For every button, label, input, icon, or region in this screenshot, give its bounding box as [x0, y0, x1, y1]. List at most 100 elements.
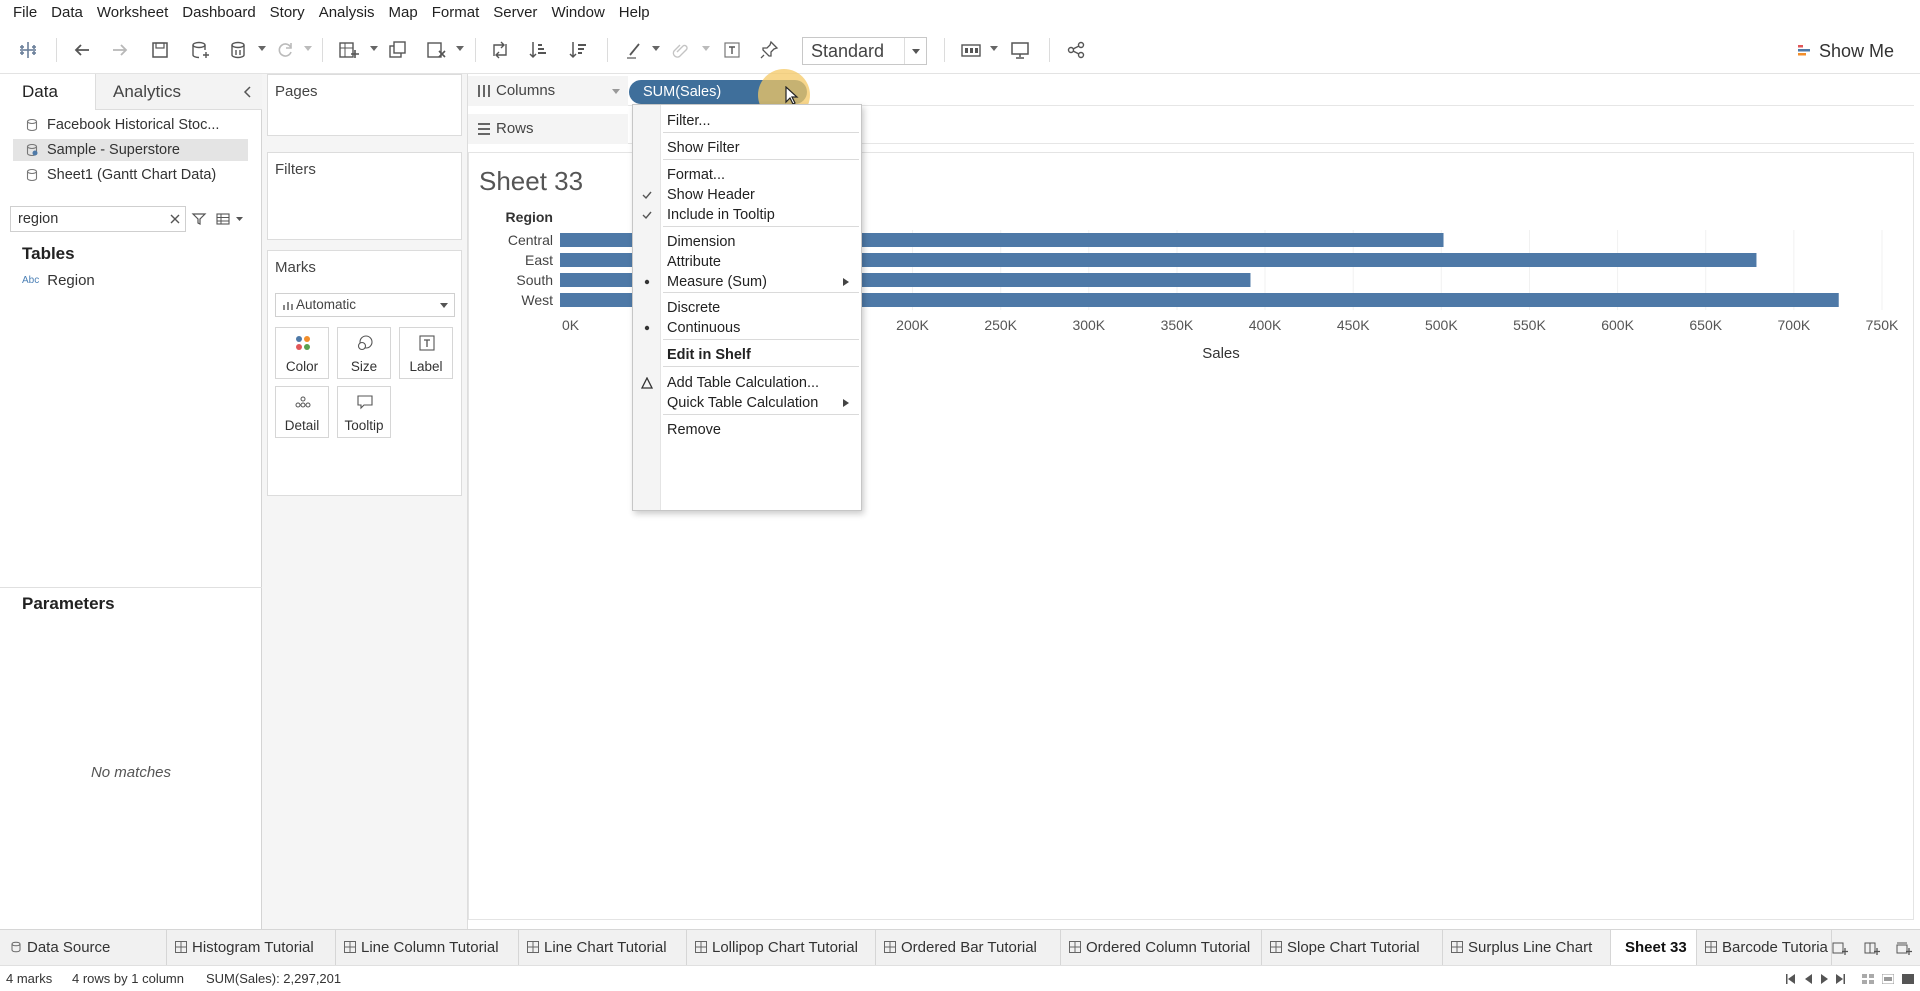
new-datasource-icon[interactable]	[188, 38, 212, 62]
sheet-tab-lollipop-chart-tutorial[interactable]: Lollipop Chart Tutorial	[687, 930, 876, 966]
sheet-tab-line-column-tutorial[interactable]: Line Column Tutorial	[336, 930, 519, 966]
chevron-down-icon[interactable]	[456, 46, 464, 52]
menu-worksheet[interactable]: Worksheet	[90, 0, 175, 26]
tableau-logo-icon[interactable]	[16, 38, 40, 62]
menu-data[interactable]: Data	[44, 0, 90, 26]
show-tabs-icon[interactable]	[1882, 974, 1894, 984]
menu-item-filter[interactable]: Filter...	[667, 110, 711, 132]
previous-sheet-icon[interactable]	[1804, 974, 1813, 984]
show-labels-icon[interactable]	[720, 38, 744, 62]
color-button[interactable]: Color	[275, 327, 329, 379]
show-me-button[interactable]: Show Me	[1797, 38, 1894, 64]
new-story-icon[interactable]	[1896, 940, 1912, 956]
first-sheet-icon[interactable]	[1786, 974, 1795, 984]
checkmark-icon	[641, 209, 653, 221]
menu-story[interactable]: Story	[263, 0, 312, 26]
menu-item-edit-in-shelf[interactable]: Edit in Shelf	[667, 344, 751, 366]
pages-card[interactable]: Pages	[267, 74, 462, 136]
save-icon[interactable]	[148, 38, 172, 62]
pause-updates-icon[interactable]	[227, 38, 251, 62]
pages-card-title: Pages	[275, 83, 318, 100]
menu-map[interactable]: Map	[382, 0, 425, 26]
menu-item-add-table-calculation[interactable]: Add Table Calculation...	[667, 372, 819, 394]
chevron-down-icon[interactable]	[612, 89, 620, 94]
highlight-icon[interactable]	[622, 38, 646, 62]
presentation-icon[interactable]	[1008, 38, 1032, 62]
menu-item-measure-sum[interactable]: Measure (Sum)	[667, 271, 767, 293]
mark-type-select[interactable]: Automatic	[275, 293, 455, 317]
sheet-tab-surplus-line-chart[interactable]: Surplus Line Chart	[1443, 930, 1611, 966]
show-filmstrip-icon[interactable]	[1862, 974, 1874, 984]
collapse-pane-icon[interactable]	[242, 86, 254, 98]
menu-item-attribute[interactable]: Attribute	[667, 251, 721, 273]
new-dashboard-icon[interactable]	[1864, 940, 1880, 956]
menu-item-quick-table-calculation[interactable]: Quick Table Calculation	[667, 392, 818, 414]
sheet-tab-sheet-33[interactable]: Sheet 33	[1611, 930, 1697, 966]
detail-button[interactable]: Detail	[275, 386, 329, 438]
sheet-tab-ordered-column-tutorial[interactable]: Ordered Column Tutorial	[1061, 930, 1262, 966]
menu-server[interactable]: Server	[486, 0, 544, 26]
last-sheet-icon[interactable]	[1836, 974, 1845, 984]
menu-help[interactable]: Help	[612, 0, 657, 26]
sheet-tab-histogram-tutorial[interactable]: Histogram Tutorial	[167, 930, 336, 966]
menu-dashboard[interactable]: Dashboard	[175, 0, 262, 26]
menu-item-include-in-tooltip[interactable]: Include in Tooltip	[667, 204, 775, 226]
field-search-input[interactable]	[18, 210, 158, 228]
menu-file[interactable]: File	[6, 0, 44, 26]
clear-sheet-icon[interactable]	[424, 38, 448, 62]
datasource-item[interactable]: Sheet1 (Gantt Chart Data)	[13, 164, 248, 186]
size-button[interactable]: Size	[337, 327, 391, 379]
bullet-icon	[641, 322, 653, 334]
menu-window[interactable]: Window	[544, 0, 611, 26]
new-worksheet-icon[interactable]	[336, 38, 360, 62]
filter-icon[interactable]	[191, 211, 207, 227]
sheet-tab-ordered-bar-tutorial[interactable]: Ordered Bar Tutorial	[876, 930, 1061, 966]
fit-select[interactable]: Standard	[802, 37, 927, 65]
menu-format[interactable]: Format	[425, 0, 487, 26]
share-icon[interactable]	[1064, 38, 1088, 62]
tooltip-button[interactable]: Tooltip	[337, 386, 391, 438]
show-cards-icon[interactable]	[959, 38, 983, 62]
clear-search-icon[interactable]	[169, 213, 181, 225]
menu-item-discrete[interactable]: Discrete	[667, 297, 720, 319]
datasource-item[interactable]: Facebook Historical Stoc...	[13, 114, 248, 136]
menu-item-format[interactable]: Format...	[667, 164, 725, 186]
x-tick-label: 500K	[1425, 317, 1458, 333]
show-sheet-sorter-icon[interactable]	[1902, 974, 1914, 984]
tab-data-source[interactable]: Data Source	[0, 930, 167, 966]
chevron-down-icon[interactable]	[990, 46, 998, 52]
sheet-tab-barcode-tutoria[interactable]: Barcode Tutoria	[1697, 930, 1832, 966]
view-options-icon[interactable]	[216, 212, 246, 226]
sort-descending-icon[interactable]	[566, 38, 590, 62]
group-icon[interactable]	[668, 38, 692, 62]
menu-item-remove[interactable]: Remove	[667, 419, 721, 441]
filters-card[interactable]: Filters	[267, 152, 462, 240]
chevron-down-icon[interactable]	[370, 46, 378, 52]
new-worksheet-icon[interactable]	[1832, 940, 1848, 956]
sheet-tab-slope-chart-tutorial[interactable]: Slope Chart Tutorial	[1262, 930, 1443, 966]
next-sheet-icon[interactable]	[1820, 974, 1829, 984]
tab-analytics[interactable]: Analytics	[96, 74, 262, 110]
chevron-down-icon[interactable]	[652, 46, 660, 52]
chevron-down-icon[interactable]	[304, 46, 312, 52]
tab-data[interactable]: Data	[0, 74, 96, 110]
label-button[interactable]: Label	[399, 327, 453, 379]
menu-analysis[interactable]: Analysis	[312, 0, 382, 26]
undo-icon[interactable]	[70, 38, 94, 62]
menu-item-show-filter[interactable]: Show Filter	[667, 137, 740, 159]
chevron-down-icon[interactable]	[258, 46, 266, 52]
menu-item-dimension[interactable]: Dimension	[667, 231, 736, 253]
chevron-down-icon[interactable]	[702, 46, 710, 52]
worksheet-grid-icon	[175, 941, 187, 953]
refresh-icon[interactable]	[273, 38, 297, 62]
pin-icon[interactable]	[757, 38, 781, 62]
menu-item-show-header[interactable]: Show Header	[667, 184, 755, 206]
field-region[interactable]: Abc Region	[22, 272, 95, 289]
swap-rows-columns-icon[interactable]	[488, 38, 512, 62]
redo-icon[interactable]	[108, 38, 132, 62]
sort-ascending-icon[interactable]	[526, 38, 550, 62]
duplicate-sheet-icon[interactable]	[386, 38, 410, 62]
datasource-item-selected[interactable]: Sample - Superstore	[13, 139, 248, 161]
menu-item-continuous[interactable]: Continuous	[667, 317, 740, 339]
sheet-tab-line-chart-tutorial[interactable]: Line Chart Tutorial	[519, 930, 687, 966]
